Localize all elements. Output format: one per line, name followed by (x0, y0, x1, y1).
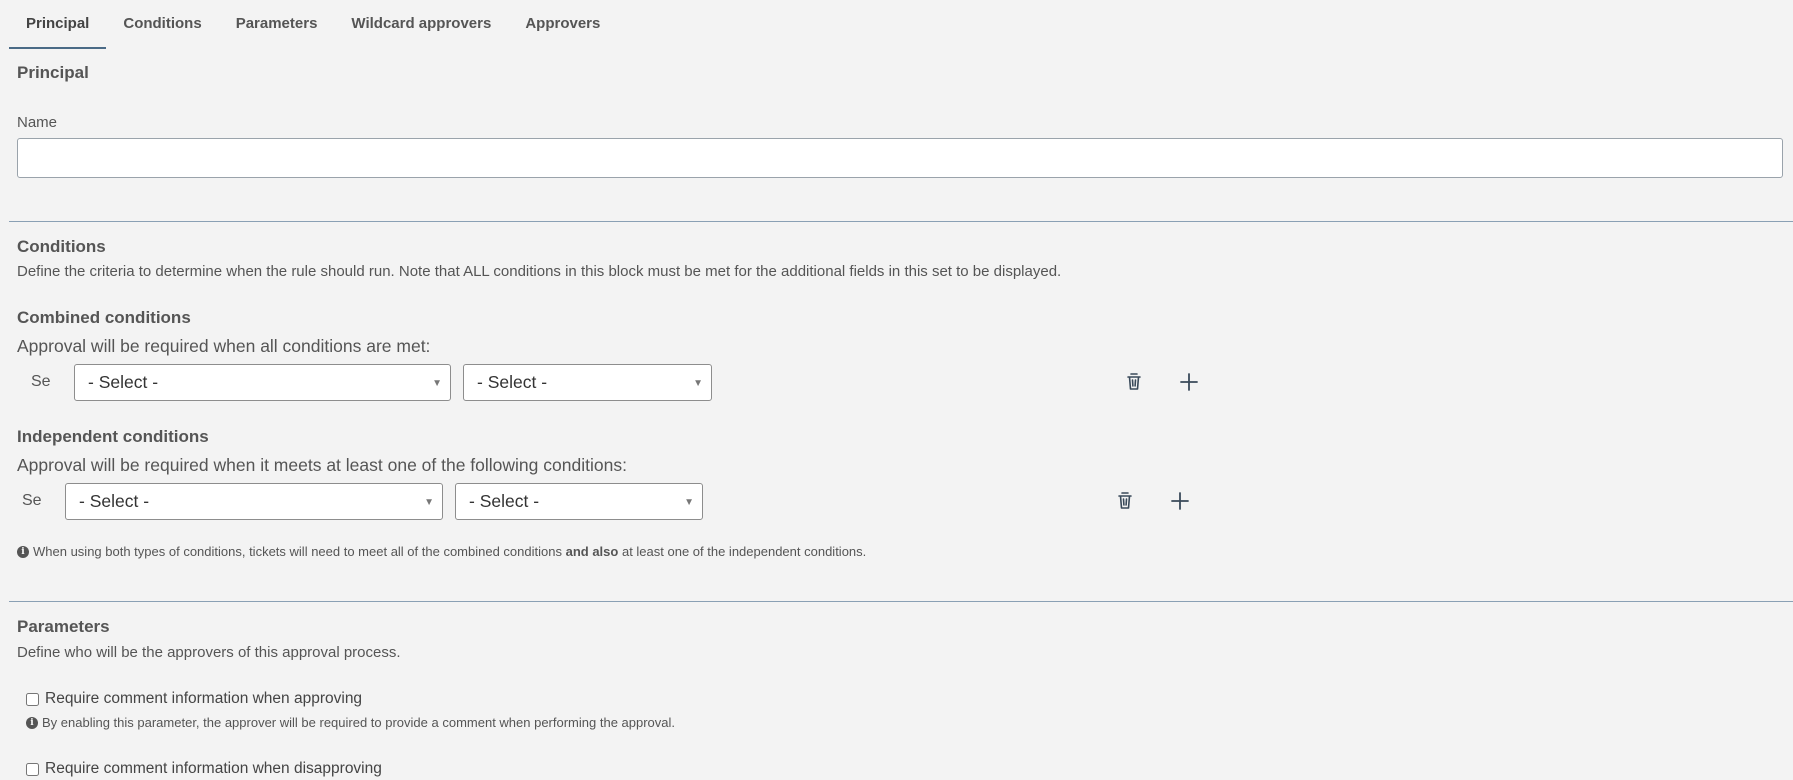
independent-conditions-description: Approval will be required when it meets … (17, 455, 627, 475)
independent-operator-select[interactable]: - Select - ▼ (455, 483, 703, 520)
independent-operator-select-value: - Select - (469, 491, 540, 511)
combined-field-select[interactable]: - Select - ▼ (74, 364, 451, 401)
combined-operator-select[interactable]: - Select - ▼ (463, 364, 712, 401)
require-comment-approving-label: Require comment information when approvi… (45, 690, 363, 707)
delete-combined-condition-button[interactable] (1122, 370, 1146, 394)
conditions-description: Define the criteria to determine when th… (17, 263, 1062, 280)
require-comment-approving-option[interactable]: Require comment information when approvi… (26, 690, 362, 708)
tab-conditions[interactable]: Conditions (106, 0, 218, 49)
combined-field-select-value: - Select - (88, 372, 159, 392)
independent-field-select[interactable]: - Select - ▼ (65, 483, 443, 520)
parameters-description: Define who will be the approvers of this… (17, 644, 401, 661)
require-comment-disapproving-option[interactable]: Require comment information when disappr… (26, 760, 382, 778)
principal-section-title: Principal (17, 63, 89, 82)
tab-parameters[interactable]: Parameters (219, 0, 335, 49)
delete-independent-condition-button[interactable] (1113, 489, 1137, 513)
chevron-down-icon: ▼ (432, 378, 442, 389)
conditions-note-text-end: at least one of the independent conditio… (621, 544, 867, 559)
combined-conditions-title: Combined conditions (17, 308, 191, 327)
chevron-down-icon: ▼ (693, 378, 703, 389)
tab-bar: Principal Conditions Parameters Wildcard… (9, 0, 617, 49)
chevron-down-icon: ▼ (684, 497, 694, 508)
conditions-section-title: Conditions (17, 237, 106, 256)
independent-field-select-value: - Select - (79, 491, 150, 511)
add-independent-condition-button[interactable] (1168, 489, 1192, 513)
section-divider (9, 601, 1793, 602)
trash-icon (1127, 373, 1141, 390)
parameters-section-title: Parameters (17, 617, 110, 636)
name-label: Name (17, 114, 58, 131)
combined-operator-select-value: - Select - (477, 372, 548, 392)
conditions-note-text: When using both types of conditions, tic… (33, 544, 562, 559)
require-comment-approving-note: i By enabling this parameter, the approv… (26, 715, 675, 730)
tab-wildcard-approvers[interactable]: Wildcard approvers (334, 0, 508, 49)
chevron-down-icon: ▼ (424, 497, 434, 508)
plus-icon (1180, 373, 1198, 391)
section-divider (9, 221, 1793, 222)
name-input[interactable] (17, 138, 1783, 178)
tab-principal[interactable]: Principal (9, 0, 107, 49)
tab-approvers[interactable]: Approvers (508, 0, 617, 49)
independent-row-prefix: Se (22, 492, 42, 509)
require-comment-disapproving-checkbox[interactable] (26, 762, 39, 776)
info-icon: i (26, 716, 38, 729)
conditions-note-bold: and also (565, 544, 619, 559)
independent-conditions-title: Independent conditions (17, 427, 209, 446)
plus-icon (1171, 492, 1189, 510)
combined-row-prefix: Se (31, 373, 51, 390)
trash-icon (1118, 492, 1132, 509)
require-comment-approving-checkbox[interactable] (26, 692, 39, 706)
combined-conditions-description: Approval will be required when all condi… (17, 336, 431, 356)
require-comment-approving-note-text: By enabling this parameter, the approver… (42, 715, 676, 730)
conditions-note: i When using both types of conditions, t… (17, 544, 866, 559)
require-comment-disapproving-label: Require comment information when disappr… (45, 760, 382, 777)
info-icon: i (17, 545, 29, 558)
add-combined-condition-button[interactable] (1177, 370, 1201, 394)
